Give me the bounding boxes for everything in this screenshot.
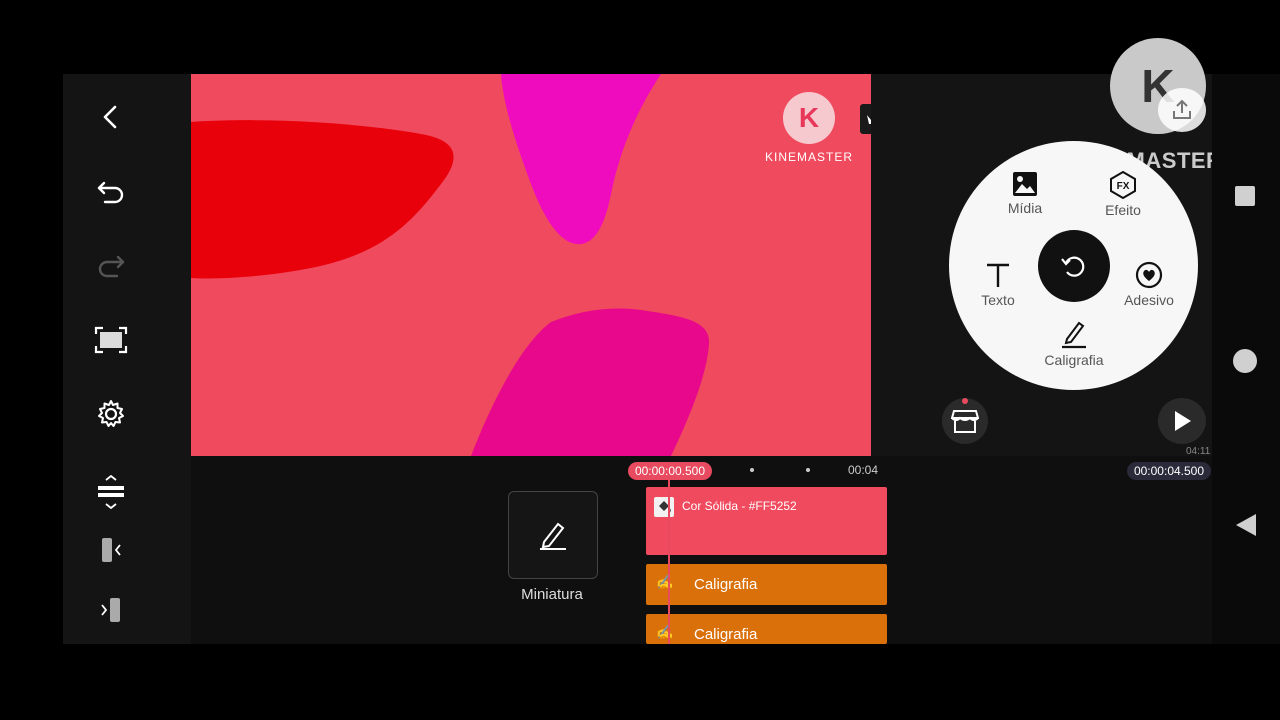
timeline-tick-dot <box>750 468 754 472</box>
sticker-label: Adesivo <box>1124 292 1174 308</box>
recent-apps-button[interactable] <box>1235 186 1255 206</box>
solid-color-clip[interactable]: Cor Sólida - #FF5252 <box>646 487 887 555</box>
thumbnail-label: Miniatura <box>521 586 583 603</box>
total-time-display: 00:00:04.500 <box>1127 462 1211 480</box>
kinemaster-watermark-logo: K <box>783 92 835 144</box>
clip-label: Cor Sólida - #FF5252 <box>682 499 797 513</box>
play-button[interactable] <box>1158 398 1206 444</box>
handwriting-clip[interactable]: ✍ Caligrafia <box>646 564 887 605</box>
handwriting-clip-icon: ✍ <box>656 574 674 590</box>
image-icon <box>1013 172 1037 196</box>
clip-label: Caligrafia <box>694 626 758 643</box>
left-toolbar <box>63 74 191 644</box>
nav-back-icon[interactable] <box>1234 512 1258 538</box>
back-icon <box>103 105 117 129</box>
fill-icon <box>654 497 674 517</box>
gear-icon <box>98 400 124 427</box>
current-time-display: 00:00:00.500 <box>628 462 712 480</box>
fx-glyph: FX <box>1117 181 1130 192</box>
pencil-icon <box>540 522 566 550</box>
effect-label: Efeito <box>1105 202 1141 218</box>
redo-icon <box>98 255 125 278</box>
system-nav-bar <box>1212 74 1280 644</box>
trim-end-button[interactable] <box>79 586 143 634</box>
rotate-icon <box>1061 256 1085 277</box>
pink-brush-stroke <box>471 308 710 456</box>
timeline-tick-dot <box>806 468 810 472</box>
text-label: Texto <box>981 292 1015 308</box>
text-button[interactable]: Texto <box>975 261 1021 308</box>
trim-start-button[interactable] <box>79 526 143 574</box>
home-button[interactable] <box>1233 349 1257 373</box>
track-height-button[interactable] <box>79 468 143 516</box>
fullscreen-icon <box>94 326 128 354</box>
logo-letter: K <box>798 102 820 133</box>
store-notification-dot <box>962 398 968 404</box>
handwriting-clip-icon: ✍ <box>656 624 674 640</box>
expand-tracks-icon <box>98 474 124 510</box>
settings-button[interactable] <box>79 390 143 438</box>
trim-left-icon <box>102 538 121 562</box>
share-icon <box>1173 99 1191 119</box>
sticker-icon <box>1135 261 1163 289</box>
clip-label: Caligrafia <box>694 576 758 593</box>
timeline-tick-label: 00:04 <box>848 463 879 477</box>
store-icon <box>951 410 979 433</box>
effect-button[interactable]: FX Efeito <box>1097 171 1149 218</box>
replace-clip-button[interactable] <box>1038 230 1110 302</box>
redo-button[interactable] <box>79 241 143 289</box>
pen-icon <box>1062 321 1086 349</box>
playhead[interactable] <box>668 480 670 644</box>
drawing-strokes <box>191 74 710 456</box>
magenta-brush-stroke <box>501 74 661 245</box>
trim-right-icon <box>101 598 120 622</box>
handwriting-label: Caligrafia <box>1044 352 1104 368</box>
undo-button[interactable] <box>79 167 143 215</box>
asset-store-button[interactable] <box>942 398 988 444</box>
fx-icon: FX <box>1110 171 1136 199</box>
handwriting-clip[interactable]: ✍ Caligrafia <box>646 614 887 644</box>
media-label: Mídia <box>1007 200 1043 216</box>
video-preview[interactable]: K KINEMASTER <box>191 74 871 456</box>
sticker-button[interactable]: Adesivo <box>1119 261 1179 308</box>
thumbnail-button[interactable] <box>508 491 598 579</box>
back-button[interactable] <box>79 93 143 141</box>
watermark-text: KINEMASTER <box>764 150 853 164</box>
handwriting-button[interactable]: Caligrafia <box>1035 319 1113 368</box>
red-brush-stroke <box>191 120 454 279</box>
media-button[interactable]: Mídia <box>999 171 1051 216</box>
share-button[interactable] <box>1158 88 1206 132</box>
premium-button[interactable] <box>860 104 871 134</box>
fullscreen-button[interactable] <box>79 316 143 364</box>
play-icon <box>1175 411 1191 431</box>
undo-icon <box>97 181 124 204</box>
text-icon <box>987 263 1009 287</box>
